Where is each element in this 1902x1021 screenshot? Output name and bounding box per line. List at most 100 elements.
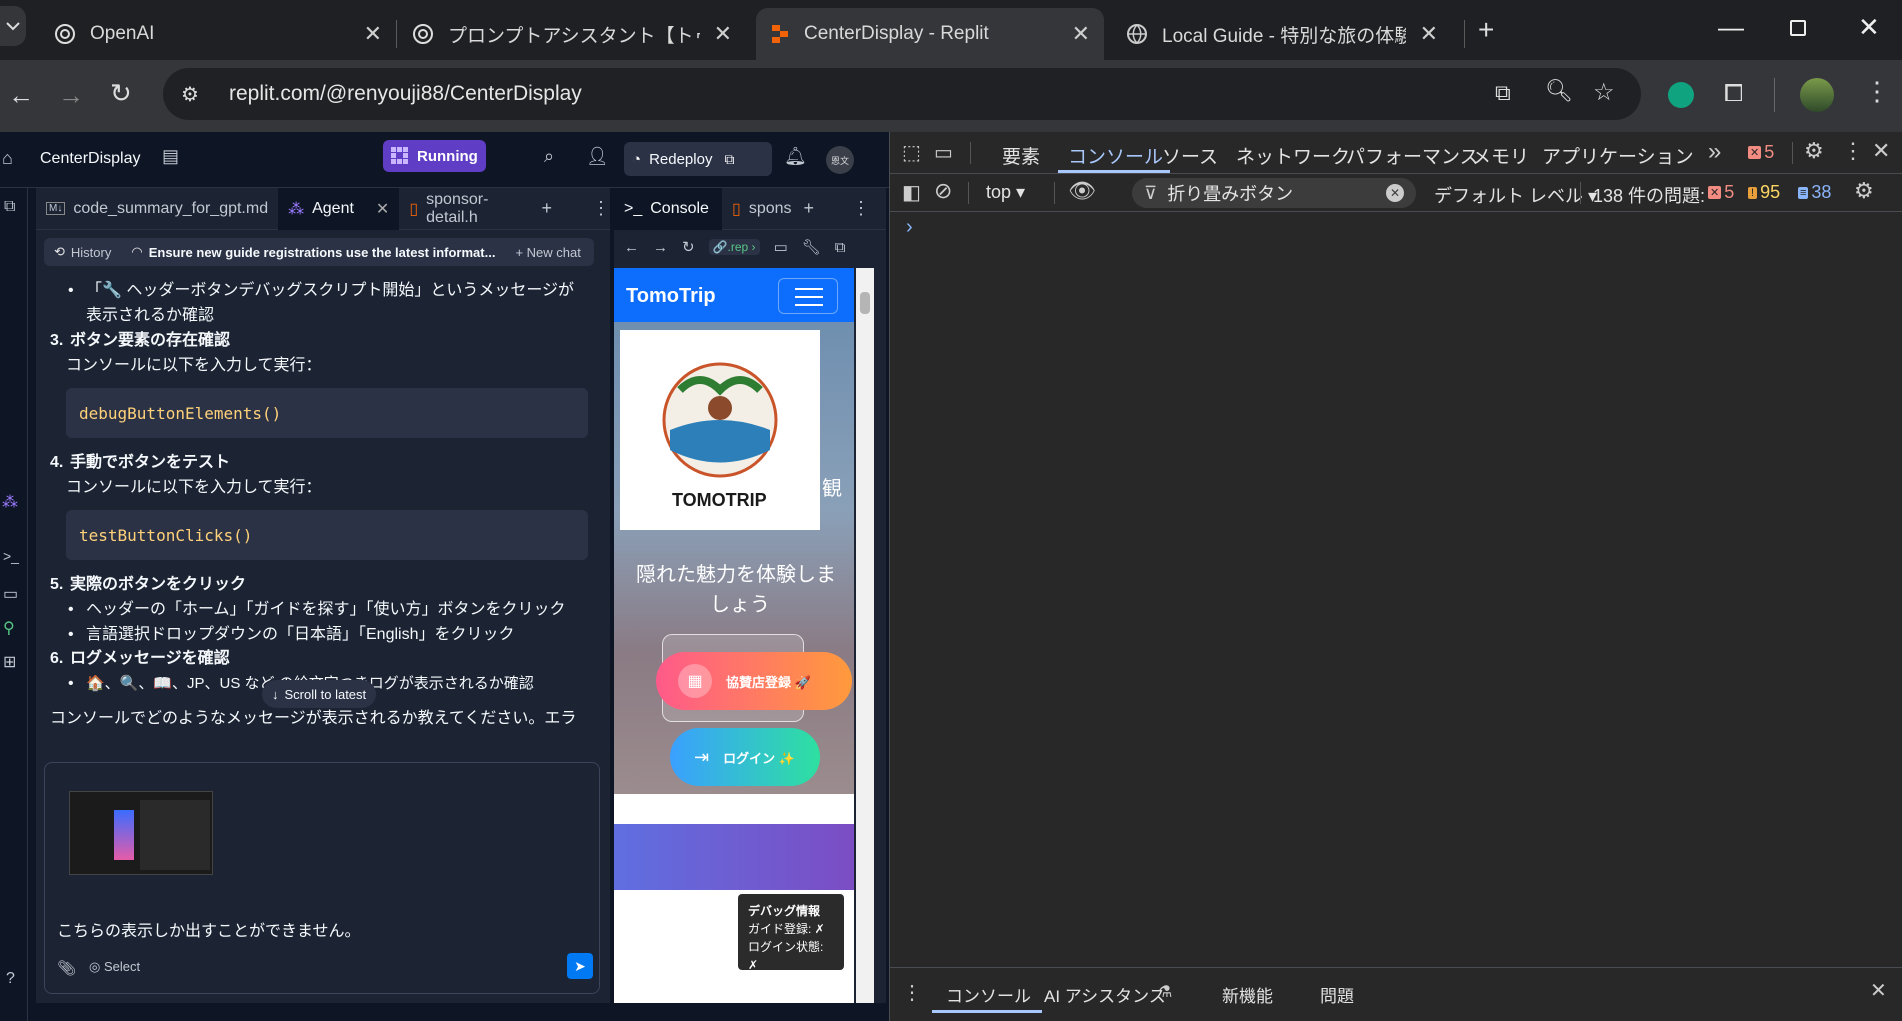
sidebar-toggle-icon[interactable]: ◧ — [902, 180, 921, 205]
extensions-icon[interactable]: ⧠ — [1724, 80, 1743, 108]
site-brand[interactable]: TomoTrip — [626, 285, 716, 308]
add-tab-icon[interactable]: + — [541, 198, 552, 219]
help-icon[interactable]: ? — [6, 970, 15, 988]
devtools-tab-elements[interactable]: 要素 — [1002, 142, 1040, 169]
pane-menu-icon[interactable]: ⋮ — [852, 198, 870, 219]
preview-icon[interactable]: ▭ — [3, 584, 18, 604]
devtools-tab-performance[interactable]: パフォーマンス — [1346, 142, 1479, 169]
hamburger-menu-button[interactable] — [778, 278, 838, 314]
files-icon[interactable]: ⧉ — [4, 198, 15, 216]
back-icon[interactable]: ← — [8, 80, 34, 111]
devtools-menu-icon[interactable]: ⋮ — [1842, 138, 1864, 164]
site-info-icon[interactable]: ⚙ — [181, 82, 199, 107]
log-level-dropdown[interactable]: デフォルト レベル ▾ — [1434, 182, 1597, 208]
clear-filter-icon[interactable]: ✕ — [1386, 184, 1404, 202]
clear-console-icon[interactable]: ⊘ — [934, 178, 952, 204]
tab-spons[interactable]: ▯ spons — [722, 188, 802, 230]
context-selector[interactable]: top ▾ — [986, 182, 1025, 203]
drawer-tab-issues[interactable]: 問題 — [1320, 982, 1354, 1007]
drawer-tab-ai-assistance[interactable]: AI アシスタンス — [1044, 982, 1166, 1007]
tab-console[interactable]: >_ Console — [614, 187, 722, 230]
issues-info-count[interactable]: ≡ 38 — [1798, 182, 1831, 203]
error-count-badge[interactable]: ✕ 5 — [1748, 142, 1774, 163]
search-icon[interactable]: ⌕ — [544, 146, 554, 167]
home-icon[interactable]: ⌂ — [2, 148, 13, 169]
bookmark-star-icon[interactable]: ☆ — [1593, 78, 1615, 107]
devtools-icon[interactable]: 🔧︎ — [802, 238, 821, 256]
zoom-icon[interactable]: 🔍︎ — [1545, 78, 1573, 104]
tools-grid-icon[interactable]: ⊞ — [3, 652, 16, 672]
run-button[interactable]: Running — [383, 140, 486, 172]
attach-icon[interactable]: 📎︎ — [57, 959, 76, 977]
new-tab-button[interactable]: + — [1478, 14, 1494, 46]
new-chat-button[interactable]: + New chat — [515, 245, 580, 260]
inspect-icon[interactable]: ⬚ — [902, 140, 921, 165]
close-window-button[interactable]: ✕ — [1858, 12, 1880, 43]
bell-icon[interactable]: 🔔︎ — [784, 146, 807, 167]
chatgpt-extension-icon[interactable] — [1668, 82, 1694, 108]
sponsor-register-button[interactable]: ▦ 協賛店登録 🚀 — [656, 652, 852, 710]
code-block[interactable]: testButtonClicks() — [66, 510, 588, 560]
tab-sponsor-detail[interactable]: ▯ sponsor-detail.h — [399, 188, 531, 230]
restore-button[interactable] — [1790, 20, 1806, 36]
issues-error-count[interactable]: ✕ 5 — [1708, 182, 1734, 203]
back-icon[interactable]: ← — [624, 239, 639, 256]
tab-agent[interactable]: ⁂ Agent ✕ — [278, 187, 400, 230]
open-new-tab-icon[interactable]: ⧉ — [835, 239, 846, 256]
add-tab-icon[interactable]: + — [804, 198, 815, 219]
reload-icon[interactable]: ↻ — [110, 78, 132, 109]
agent-rail-icon[interactable]: ⁂ — [2, 492, 18, 512]
tab-code-summary[interactable]: M↓ code_summary_for_gpt.md — [36, 188, 278, 230]
devtools-tab-memory[interactable]: メモリ — [1472, 142, 1529, 169]
devtools-tab-sources[interactable]: ソース — [1162, 142, 1218, 169]
minimize-button[interactable]: — — [1718, 12, 1744, 43]
drawer-tab-whats-new[interactable]: 新機能 — [1222, 982, 1273, 1007]
chat-input-box[interactable]: こちらの表示しか出すことができません。 📎︎ ◎ Select ➤ — [44, 762, 600, 994]
select-button[interactable]: ◎ Select — [89, 959, 140, 975]
code-block[interactable]: debugButtonElements() — [66, 388, 588, 438]
close-drawer-icon[interactable]: ✕ — [1870, 978, 1887, 1003]
chrome-menu-icon[interactable]: ⋮ — [1864, 76, 1890, 107]
close-tab-icon[interactable]: ✕ — [376, 199, 389, 219]
forward-icon[interactable]: → — [653, 239, 668, 256]
issues-warning-count[interactable]: ! 95 — [1748, 182, 1780, 203]
drawer-tab-console[interactable]: コンソール — [946, 982, 1031, 1007]
project-info-icon[interactable]: ▤ — [162, 146, 179, 167]
devtools-tab-network[interactable]: ネットワーク — [1236, 142, 1350, 169]
device-toolbar-icon[interactable]: ▭ — [934, 140, 953, 165]
redeploy-button[interactable]: ◔ Redeploy ⧉ — [624, 142, 772, 176]
close-tab-icon[interactable]: ✕ — [364, 21, 382, 47]
webview-url[interactable]: 🔗.rep › — [708, 239, 760, 255]
browser-tab-prompt-assistant[interactable]: プロンプトアシスタント【トゥモロープル ✕ — [398, 8, 746, 60]
tab-search-button[interactable] — [0, 6, 26, 46]
attached-screenshot-thumbnail[interactable] — [69, 791, 213, 875]
project-name[interactable]: CenterDisplay — [40, 150, 140, 168]
browser-tab-local-guide[interactable]: Local Guide - 特別な旅の体験を ✕ — [1112, 8, 1452, 60]
browser-tab-replit[interactable]: CenterDisplay - Replit ✕ — [756, 8, 1104, 60]
pane-menu-icon[interactable]: ⋮ — [592, 198, 610, 219]
devtools-tab-application[interactable]: アプリケーション — [1542, 142, 1694, 169]
devtools-tab-console[interactable]: コンソール — [1068, 142, 1163, 169]
close-tab-icon[interactable]: ✕ — [1420, 21, 1438, 47]
shell-icon[interactable]: >_ — [3, 548, 19, 564]
close-tab-icon[interactable]: ✕ — [1072, 21, 1090, 47]
console-filter-input[interactable]: ⊽ 折り畳みボタン ✕ — [1132, 178, 1416, 208]
install-icon[interactable]: ⧉ — [1495, 80, 1511, 106]
live-expression-eye-icon[interactable]: 👁︎ — [1068, 178, 1096, 204]
more-tabs-icon[interactable]: » — [1708, 138, 1721, 166]
settings-gear-icon[interactable]: ⚙ — [1804, 138, 1824, 164]
issues-label[interactable]: 138 件の問題: — [1593, 182, 1705, 208]
browser-tab-openai[interactable]: OpenAI ✕ — [40, 8, 396, 60]
url-text[interactable]: replit.com/@renyouji88/CenterDisplay — [229, 82, 582, 106]
reload-icon[interactable]: ↻ — [682, 238, 695, 256]
console-settings-icon[interactable]: ⚙ — [1854, 178, 1874, 204]
close-devtools-icon[interactable]: ✕ — [1872, 138, 1890, 164]
device-icon[interactable]: ▭ — [774, 238, 788, 256]
login-button[interactable]: ⇥ ログイン ✨ — [670, 728, 820, 786]
address-bar[interactable]: ⚙ replit.com/@renyouji88/CenterDisplay ⧉… — [163, 68, 1641, 120]
close-tab-icon[interactable]: ✕ — [714, 21, 732, 47]
send-button[interactable]: ➤ — [567, 953, 593, 979]
git-icon[interactable]: ⚲ — [3, 618, 15, 638]
forward-icon[interactable]: → — [58, 80, 84, 111]
console-prompt[interactable]: › — [906, 216, 913, 239]
